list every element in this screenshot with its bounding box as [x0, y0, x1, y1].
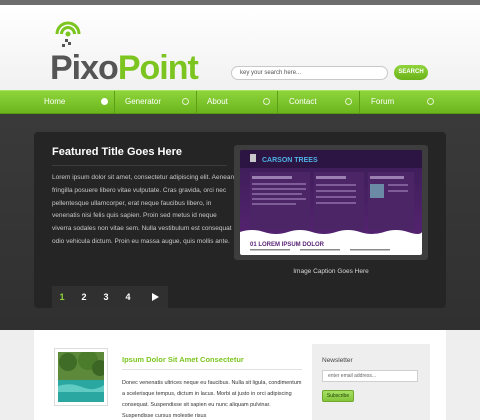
- nav-divider: [277, 91, 278, 113]
- header: PixoPoint key your search here... SEARCH: [0, 5, 480, 90]
- featured-text: Lorem ipsum dolor sit amet, consectetur …: [52, 174, 235, 245]
- slider-pager: 1 2 3 4: [52, 286, 168, 308]
- divider: [52, 165, 227, 166]
- newsletter-email-input[interactable]: enter email address...: [322, 370, 418, 382]
- search-placeholder: key your search here...: [240, 70, 302, 76]
- pager-page-2[interactable]: 2: [74, 286, 94, 308]
- post-excerpt: Donec venenatis ultrices neque eu faucib…: [122, 380, 302, 419]
- main-nav: Home Generator About Contact Forum: [0, 90, 480, 114]
- divider: [122, 369, 302, 370]
- nav-item-contact[interactable]: Contact: [289, 91, 317, 113]
- nav-item-about[interactable]: About: [207, 91, 228, 113]
- nav-dot-icon: [345, 98, 352, 105]
- brand-name: PixoPoint: [50, 49, 199, 87]
- signal-target-icon: [55, 21, 81, 47]
- nav-item-generator[interactable]: Generator: [125, 91, 161, 113]
- pager-page-1[interactable]: 1: [52, 286, 72, 308]
- nav-divider: [196, 91, 197, 113]
- page-gutter: [446, 330, 480, 420]
- nav-dot-icon: [101, 98, 108, 105]
- search-input[interactable]: key your search here...: [231, 66, 388, 80]
- featured-image-frame: CARSON TREES 01 LOREM IPSUM DOLOR: [234, 145, 428, 260]
- pager-page-3[interactable]: 3: [96, 286, 116, 308]
- featured-image[interactable]: CARSON TREES 01 LOREM IPSUM DOLOR: [240, 150, 422, 255]
- post-title[interactable]: Ipsum Dolor Sit Amet Consectetur: [122, 355, 244, 364]
- subscribe-button[interactable]: Subscribe: [322, 390, 354, 402]
- play-arrow-icon[interactable]: [150, 292, 160, 302]
- logo[interactable]: PixoPoint: [50, 17, 199, 87]
- nav-divider: [114, 91, 115, 113]
- preview-site-title: CARSON TREES: [262, 157, 318, 164]
- brand-name-part2: Point: [117, 49, 199, 87]
- preview-heading: 01 LOREM IPSUM DOLOR: [250, 242, 325, 248]
- pager-page-4[interactable]: 4: [118, 286, 138, 308]
- brand-name-part1: Pixo: [50, 49, 119, 87]
- nav-dot-icon: [182, 98, 189, 105]
- newsletter-placeholder: enter email address...: [328, 373, 377, 379]
- newsletter-title: Newsletter: [322, 357, 353, 364]
- newsletter-box: Newsletter enter email address... Subscr…: [312, 344, 430, 420]
- nav-divider: [359, 91, 360, 113]
- featured-slider: Featured Title Goes Here Lorem ipsum dol…: [34, 132, 446, 308]
- post-thumbnail[interactable]: [54, 348, 108, 406]
- landscape-image: [58, 350, 108, 402]
- featured-title: Featured Title Goes Here: [52, 146, 183, 158]
- website-preview-image: CARSON TREES 01 LOREM IPSUM DOLOR: [240, 150, 422, 255]
- search-button[interactable]: SEARCH: [394, 65, 428, 80]
- featured-stage: Featured Title Goes Here Lorem ipsum dol…: [0, 114, 480, 330]
- page-gutter: [0, 330, 34, 420]
- content-area: Ipsum Dolor Sit Amet Consectetur Donec v…: [34, 330, 446, 420]
- image-caption: Image Caption Goes Here: [293, 268, 369, 275]
- nav-dot-icon: [263, 98, 270, 105]
- nav-item-home[interactable]: Home: [44, 91, 65, 113]
- nav-dot-icon: [427, 98, 434, 105]
- nav-item-forum[interactable]: Forum: [371, 91, 394, 113]
